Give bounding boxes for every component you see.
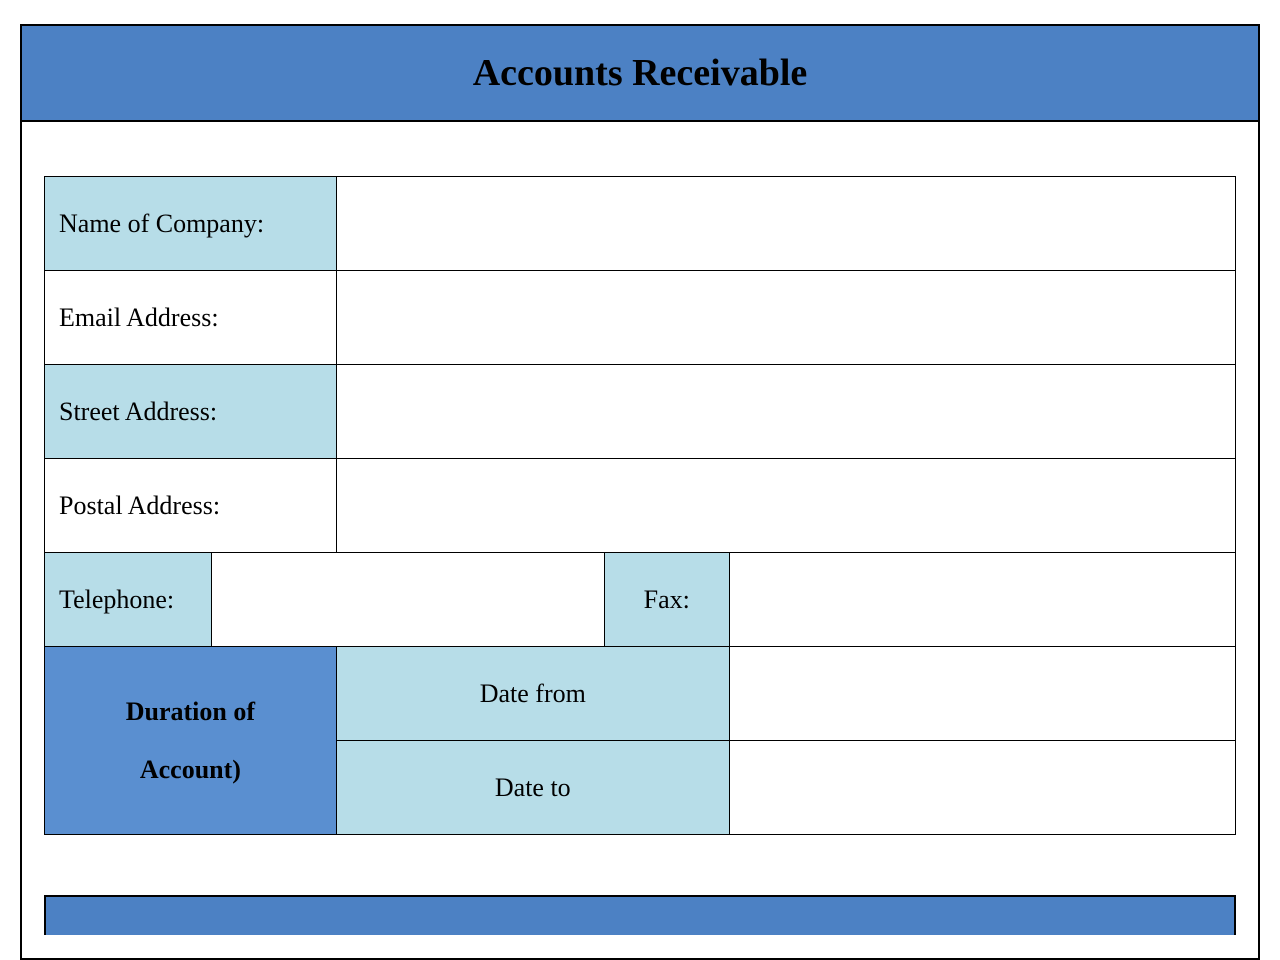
company-name-field[interactable] [336, 177, 1235, 271]
fax-label: Fax: [604, 553, 729, 647]
email-label: Email Address: [45, 271, 337, 365]
telephone-label: Telephone: [45, 553, 212, 647]
fax-field[interactable] [729, 553, 1235, 647]
form-content: Name of Company: Email Address: Street A… [22, 122, 1258, 835]
duration-label-line2: Account) [140, 755, 241, 784]
header-bar: Accounts Receivable [22, 26, 1258, 122]
telephone-field[interactable] [211, 553, 604, 647]
date-to-label: Date to [336, 741, 729, 835]
table-row: Telephone: Fax: [45, 553, 1236, 647]
table-row: Street Address: [45, 365, 1236, 459]
date-from-field[interactable] [729, 647, 1235, 741]
company-name-label: Name of Company: [45, 177, 337, 271]
page-title: Accounts Receivable [473, 51, 808, 95]
postal-address-field[interactable] [336, 459, 1235, 553]
street-address-field[interactable] [336, 365, 1235, 459]
duration-label: Duration of Account) [45, 647, 337, 835]
postal-address-label: Postal Address: [45, 459, 337, 553]
table-row: Name of Company: [45, 177, 1236, 271]
street-address-label: Street Address: [45, 365, 337, 459]
email-field[interactable] [336, 271, 1235, 365]
table-row: Email Address: [45, 271, 1236, 365]
footer-bar [44, 895, 1236, 935]
table-row: Duration of Account) Date from [45, 647, 1236, 741]
form-table: Name of Company: Email Address: Street A… [44, 176, 1236, 835]
duration-label-line1: Duration of [126, 697, 255, 726]
date-to-field[interactable] [729, 741, 1235, 835]
date-from-label: Date from [336, 647, 729, 741]
table-row: Postal Address: [45, 459, 1236, 553]
form-container: Accounts Receivable Name of Company: Ema… [20, 24, 1260, 960]
